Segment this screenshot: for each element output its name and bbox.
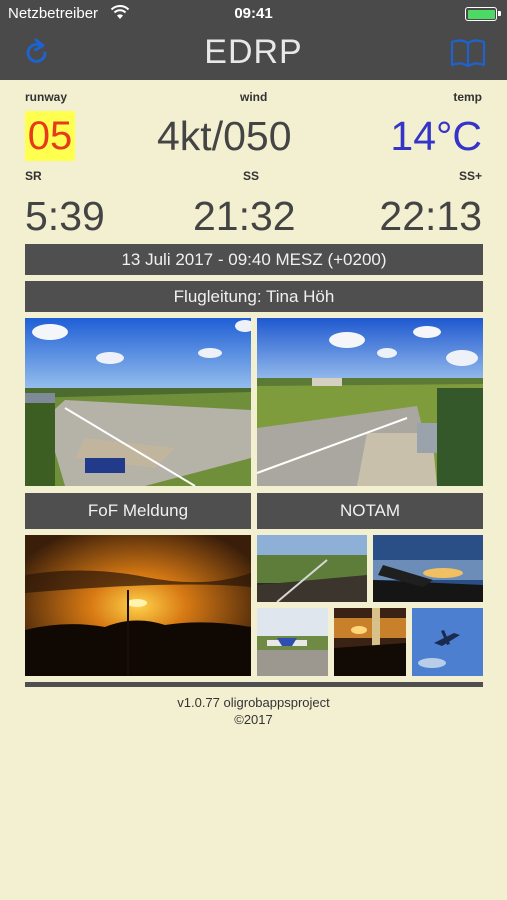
sunrise-label: SR bbox=[25, 169, 42, 183]
sunset-plus-value: 22:13 bbox=[379, 193, 482, 239]
fof-button[interactable]: FoF Meldung bbox=[25, 493, 251, 529]
flight-lead-bar: Flugleitung: Tina Höh bbox=[25, 281, 483, 312]
version-text: v1.0.77 oligrobappsproject bbox=[177, 695, 330, 710]
battery-icon bbox=[465, 7, 501, 21]
sunset-image[interactable] bbox=[25, 535, 251, 676]
divider bbox=[25, 682, 483, 687]
copyright-text: ©2017 bbox=[234, 712, 273, 727]
nav-bar: EDRP bbox=[0, 28, 507, 80]
gallery-thumb-4[interactable] bbox=[334, 608, 406, 676]
temp-label: temp bbox=[453, 90, 482, 104]
notam-button[interactable]: NOTAM bbox=[257, 493, 483, 529]
datetime-bar: 13 Juli 2017 - 09:40 MESZ (+0200) bbox=[25, 244, 483, 275]
runway-value: 05 bbox=[25, 111, 75, 161]
page-title: EDRP bbox=[204, 33, 303, 71]
sunset-value: 21:32 bbox=[193, 193, 296, 239]
temp-value: 14°C bbox=[390, 113, 482, 159]
gallery-thumb-5[interactable] bbox=[412, 608, 483, 676]
sunrise-value: 5:39 bbox=[25, 193, 105, 239]
book-icon[interactable] bbox=[450, 37, 486, 69]
gallery-thumb-3[interactable] bbox=[257, 608, 328, 676]
sunset-plus-label: SS+ bbox=[458, 169, 482, 183]
gallery-thumb-2[interactable] bbox=[373, 535, 483, 602]
wind-value: 4kt/050 bbox=[157, 113, 292, 159]
webcam-image-1[interactable] bbox=[25, 318, 251, 486]
wind-label: wind bbox=[240, 90, 268, 104]
runway-label: runway bbox=[25, 90, 68, 104]
status-bar: Netzbetreiber 09:41 bbox=[0, 0, 507, 28]
webcam-image-2[interactable] bbox=[257, 318, 483, 486]
gallery-thumb-1[interactable] bbox=[257, 535, 367, 602]
status-time: 09:41 bbox=[234, 5, 273, 22]
sunset-label: SS bbox=[243, 169, 260, 183]
